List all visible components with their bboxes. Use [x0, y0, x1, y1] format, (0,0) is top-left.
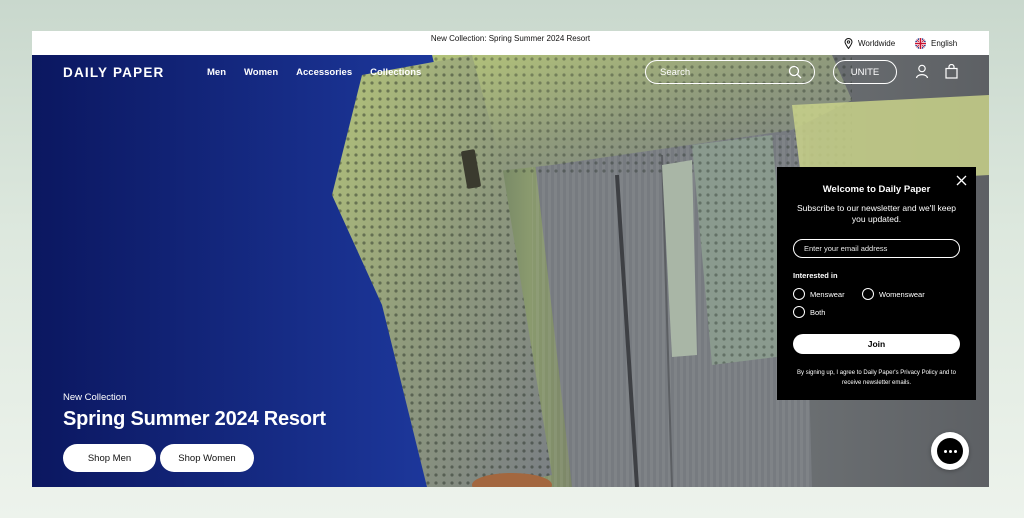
- radio-label: Both: [810, 307, 826, 317]
- radio-circle[interactable]: [793, 288, 805, 300]
- hero-banner: DAILY PAPER Men Women Accessories Collec…: [32, 55, 989, 487]
- unite-button[interactable]: UNITE: [833, 60, 897, 84]
- popup-legal-text: By signing up, I agree to Daily Paper's …: [797, 370, 956, 386]
- newsletter-popup: Welcome to Daily Paper Subscribe to our …: [777, 167, 976, 400]
- interest-label: Interested in: [793, 271, 838, 280]
- main-navigation: DAILY PAPER Men Women Accessories Collec…: [32, 55, 989, 91]
- radio-womenswear[interactable]: Womenswear: [862, 288, 925, 300]
- hero-text: New Collection Spring Summer 2024 Resort: [63, 392, 326, 431]
- shop-women-button[interactable]: Shop Women: [160, 444, 254, 472]
- language-label: English: [931, 39, 958, 48]
- hero-eyebrow: New Collection: [63, 392, 127, 403]
- search-input[interactable]: Search: [645, 60, 815, 84]
- shop-men-button[interactable]: Shop Men: [63, 444, 156, 472]
- nav-item-women[interactable]: Women: [244, 67, 278, 78]
- radio-both[interactable]: Both: [793, 306, 825, 318]
- uk-flag-icon: [915, 38, 926, 49]
- chat-icon: [937, 438, 963, 464]
- popup-subtitle: Subscribe to our newsletter and we'll ke…: [797, 203, 956, 224]
- nav-item-men[interactable]: Men: [207, 67, 226, 78]
- nav-item-accessories[interactable]: Accessories: [296, 67, 352, 78]
- browser-viewport: New Collection: Spring Summer 2024 Resor…: [32, 31, 989, 487]
- site-logo[interactable]: DAILY PAPER: [63, 65, 164, 80]
- search-placeholder: Search: [660, 66, 691, 78]
- popup-title: Welcome to Daily Paper: [822, 184, 931, 195]
- radio-label: Womenswear: [879, 289, 925, 299]
- nav-menu: Men Women Accessories Collections: [207, 67, 421, 78]
- radio-circle[interactable]: [793, 306, 805, 318]
- language-selector[interactable]: English: [915, 38, 957, 49]
- region-selector[interactable]: Worldwide: [844, 38, 895, 49]
- email-field[interactable]: Enter your email address: [793, 239, 960, 258]
- radio-menswear[interactable]: Menswear: [793, 288, 845, 300]
- join-button[interactable]: Join: [793, 334, 960, 354]
- nav-item-collections[interactable]: Collections: [370, 67, 421, 78]
- hero-headline: Spring Summer 2024 Resort: [63, 408, 326, 430]
- account-icon[interactable]: [915, 64, 929, 79]
- radio-label: Menswear: [810, 289, 845, 299]
- hero-cta-group: Shop Men Shop Women: [63, 444, 254, 472]
- chat-button[interactable]: [931, 432, 969, 470]
- announcement-bar: New Collection: Spring Summer 2024 Resor…: [32, 31, 989, 55]
- search-icon[interactable]: [788, 65, 802, 79]
- radio-circle[interactable]: [862, 288, 874, 300]
- bag-icon[interactable]: [945, 64, 958, 79]
- region-label: Worldwide: [858, 39, 896, 48]
- location-pin-icon: [844, 38, 853, 49]
